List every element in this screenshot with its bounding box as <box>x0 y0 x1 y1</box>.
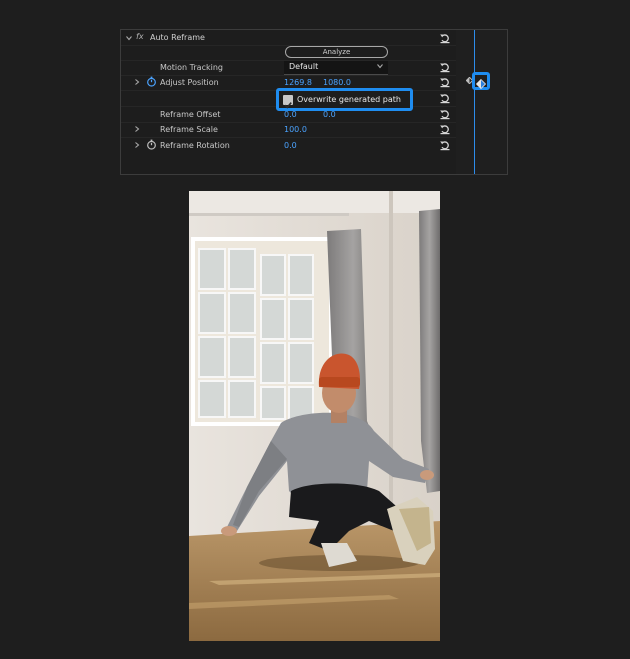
effect-name: Auto Reframe <box>150 33 205 42</box>
selected-keyframe-highlight[interactable] <box>472 72 490 90</box>
overwrite-path-label: Overwrite generated path <box>297 95 401 104</box>
reframe-offset-x[interactable]: 0.0 <box>284 110 297 120</box>
adjust-position-label: Adjust Position <box>160 78 219 87</box>
effect-parameters-area: fx Auto Reframe Analyze Motion Tracking … <box>121 30 456 174</box>
reframe-scale-label: Reframe Scale <box>160 125 218 134</box>
motion-tracking-label: Motion Tracking <box>160 63 223 72</box>
reset-icon[interactable] <box>439 139 451 151</box>
fx-badge[interactable]: fx <box>136 32 144 42</box>
reset-icon[interactable] <box>439 76 451 88</box>
chevron-right-icon[interactable] <box>133 125 141 133</box>
overwrite-path-checkbox[interactable] <box>283 95 293 109</box>
keyframe-diamond-icon <box>475 78 487 90</box>
stopwatch-icon[interactable] <box>146 139 157 150</box>
video-preview-frame <box>189 191 440 641</box>
row-divider <box>121 137 456 138</box>
chevron-down-icon[interactable] <box>125 34 133 42</box>
keyframe-timeline[interactable] <box>456 30 507 174</box>
chevron-down-icon <box>376 62 384 70</box>
reset-icon[interactable] <box>439 123 451 135</box>
motion-tracking-dropdown[interactable]: Default <box>284 61 388 75</box>
chevron-right-icon[interactable] <box>133 141 141 149</box>
overwrite-path-highlight: Overwrite generated path <box>276 88 413 111</box>
reset-icon[interactable] <box>439 108 451 120</box>
breakdancer-video-frame <box>189 191 440 641</box>
effect-controls-panel: fx Auto Reframe Analyze Motion Tracking … <box>120 29 508 175</box>
stopwatch-icon[interactable] <box>146 76 157 87</box>
reframe-offset-y[interactable]: 0.0 <box>323 110 336 120</box>
reset-icon[interactable] <box>439 32 451 44</box>
playhead[interactable] <box>474 30 475 174</box>
row-divider <box>121 75 456 76</box>
analyze-button[interactable]: Analyze <box>285 46 388 58</box>
row-divider <box>121 122 456 123</box>
chevron-right-icon[interactable] <box>133 78 141 86</box>
adjust-position-x[interactable]: 1269.8 <box>284 78 312 88</box>
adjust-position-y[interactable]: 1080.0 <box>323 78 351 88</box>
checkmark-icon <box>284 102 292 109</box>
reframe-scale-value[interactable]: 100.0 <box>284 125 307 135</box>
motion-tracking-value: Default <box>289 62 319 71</box>
reset-icon[interactable] <box>439 61 451 73</box>
reset-icon[interactable] <box>439 92 451 104</box>
reframe-rotation-value[interactable]: 0.0 <box>284 141 297 151</box>
reframe-offset-label: Reframe Offset <box>160 110 221 119</box>
reframe-rotation-label: Reframe Rotation <box>160 141 230 150</box>
